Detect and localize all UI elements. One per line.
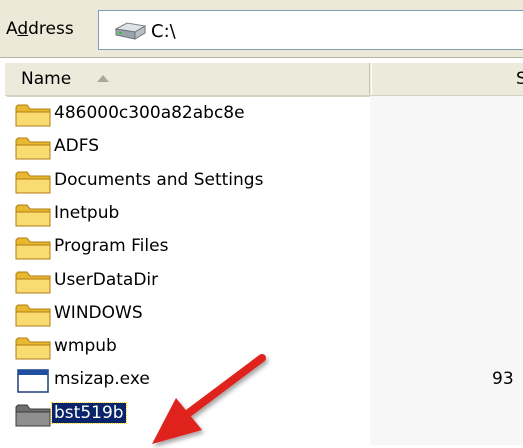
column-header-size-label: S: [516, 69, 523, 89]
folder-icon: [14, 302, 54, 328]
list-item[interactable]: ADFS: [14, 131, 514, 163]
file-list: Name S 486000c300a82abc8e ADFS Documents…: [0, 58, 523, 445]
address-bar: Address C:\: [0, 0, 523, 58]
list-item-size: 93: [492, 369, 514, 390]
list-item[interactable]: WINDOWS: [14, 298, 514, 330]
column-header-name[interactable]: Name: [5, 63, 370, 95]
folder-icon: [14, 135, 54, 161]
list-item-name: Program Files: [54, 236, 169, 257]
list-item-name: wmpub: [54, 336, 117, 357]
list-item-name: msizap.exe: [54, 369, 150, 390]
list-item[interactable]: Program Files: [14, 231, 514, 263]
list-item-name: 486000c300a82abc8e: [54, 103, 245, 123]
list-item-name: Inetpub: [54, 202, 120, 223]
folder-icon: [14, 402, 54, 428]
folder-icon: [14, 169, 54, 195]
hard-drive-icon: [114, 22, 147, 40]
column-header-size[interactable]: S: [371, 63, 523, 95]
list-item[interactable]: Documents and Settings: [14, 165, 514, 197]
address-label: Address: [6, 19, 74, 39]
column-header-name-label: Name: [21, 69, 72, 89]
sort-ascending-icon: [97, 75, 109, 82]
list-item[interactable]: Inetpub: [14, 198, 514, 230]
list-item-name: ADFS: [54, 136, 99, 157]
address-field[interactable]: C:\: [98, 10, 523, 50]
address-value: C:\: [151, 21, 176, 42]
folder-icon: [14, 269, 54, 295]
list-item[interactable]: 486000c300a82abc8e: [14, 98, 514, 130]
list-item-name: WINDOWS: [54, 302, 143, 323]
folder-icon: [14, 235, 54, 261]
list-item[interactable]: UserDataDir: [14, 265, 514, 297]
folder-icon: [14, 102, 54, 128]
column-header-bar: Name S: [5, 62, 523, 97]
red-arrow-annotation: [152, 354, 266, 444]
folder-icon: [14, 202, 54, 228]
list-item-name: UserDataDir: [54, 269, 159, 290]
list-left-border: [5, 96, 7, 445]
exe-icon: [14, 368, 54, 394]
list-item-name: Documents and Settings: [54, 169, 264, 190]
folder-icon: [14, 335, 54, 361]
list-item-name: bst519b: [51, 401, 127, 424]
